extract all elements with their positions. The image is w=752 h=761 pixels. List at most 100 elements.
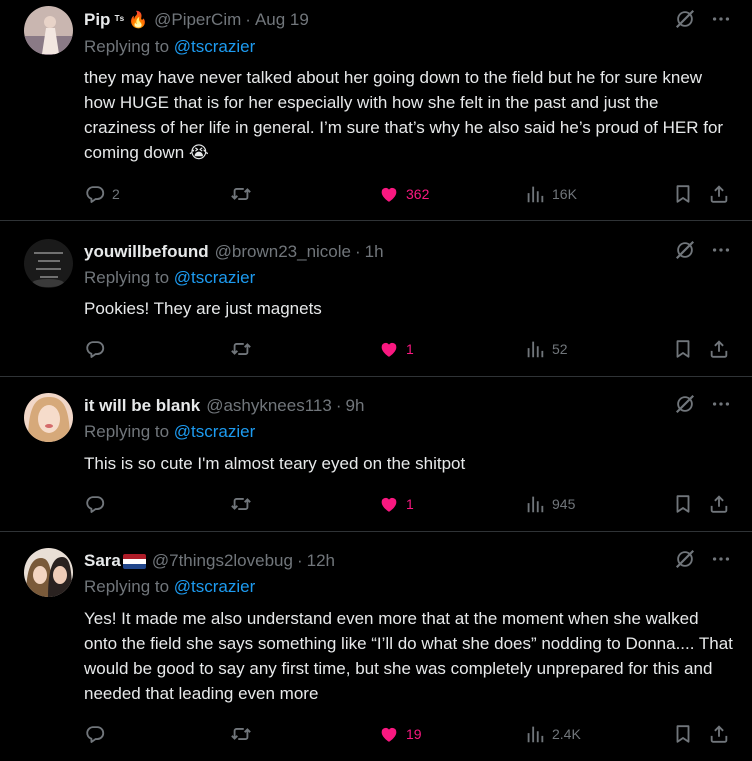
- action-bar: 19 2.4K: [84, 722, 732, 746]
- bookmark-button[interactable]: [672, 722, 694, 746]
- mention-link[interactable]: @tscrazier: [174, 422, 256, 441]
- views-button[interactable]: 945: [524, 492, 575, 516]
- bookmark-button[interactable]: [672, 337, 694, 361]
- share-button[interactable]: [708, 722, 730, 746]
- mention-link[interactable]: @tscrazier: [174, 577, 256, 596]
- like-button[interactable]: 362: [378, 182, 429, 206]
- user-handle[interactable]: @7things2lovebug: [152, 551, 293, 571]
- mention-link[interactable]: @tscrazier: [174, 268, 256, 287]
- views-button[interactable]: 52: [524, 337, 568, 361]
- user-handle[interactable]: @brown23_nicole: [215, 242, 351, 262]
- views-button[interactable]: 16K: [524, 182, 577, 206]
- like-count: 362: [406, 186, 430, 202]
- retweet-button[interactable]: [230, 492, 258, 516]
- timestamp[interactable]: Aug 19: [255, 10, 309, 30]
- separator: ·: [355, 242, 361, 261]
- tweet-card[interactable]: it will be blank @ashyknees113 · 9h Repl…: [0, 377, 752, 532]
- netherlands-flag: [122, 553, 146, 569]
- retweet-button[interactable]: [230, 337, 258, 361]
- bookmark-button[interactable]: [672, 182, 694, 206]
- share-button[interactable]: [708, 182, 730, 206]
- tweet-text: Pookies! They are just magnets: [84, 299, 322, 318]
- display-name[interactable]: Pip: [84, 10, 110, 30]
- timestamp[interactable]: 9h: [346, 396, 365, 416]
- replying-to: Replying to @tscrazier: [84, 577, 255, 597]
- reply-icon: [84, 723, 106, 745]
- views-icon: [524, 183, 546, 205]
- heart-icon: [378, 493, 400, 515]
- tweet-header: Sara @7things2lovebug · 12h: [84, 549, 335, 573]
- grok-icon[interactable]: [674, 548, 696, 570]
- replying-to: Replying to @tscrazier: [84, 268, 255, 288]
- action-bar: 1 945: [84, 492, 732, 516]
- views-button[interactable]: 2.4K: [524, 722, 581, 746]
- avatar[interactable]: [24, 6, 73, 55]
- separator: ·: [335, 396, 342, 415]
- grok-icon[interactable]: [674, 8, 696, 30]
- user-handle[interactable]: @PiperCim: [154, 10, 241, 30]
- mention-link[interactable]: @tscrazier: [174, 37, 256, 56]
- reply-button[interactable]: [84, 337, 112, 361]
- action-bar: 1 52: [84, 337, 732, 361]
- heart-icon: [378, 723, 400, 745]
- retweet-icon: [230, 723, 252, 745]
- views-icon: [524, 723, 546, 745]
- heart-icon: [378, 338, 400, 360]
- view-count: 16K: [552, 186, 577, 202]
- display-name[interactable]: youwillbefound: [84, 242, 209, 262]
- bookmark-icon: [672, 723, 694, 745]
- share-button[interactable]: [708, 337, 730, 361]
- grok-icon[interactable]: [674, 239, 696, 261]
- share-icon: [708, 723, 730, 745]
- avatar[interactable]: [24, 393, 73, 442]
- like-button[interactable]: 19: [378, 722, 422, 746]
- display-name[interactable]: it will be blank: [84, 396, 200, 416]
- display-name[interactable]: Sara: [84, 551, 121, 571]
- timestamp[interactable]: 12h: [307, 551, 335, 571]
- fire-emoji: 🔥: [128, 12, 149, 29]
- tweet-card[interactable]: Sara @7things2lovebug · 12h Replying to …: [0, 532, 752, 761]
- share-button[interactable]: [708, 492, 730, 516]
- grok-icon[interactable]: [674, 393, 696, 415]
- tweet-card[interactable]: Pip ᵀˢ 🔥 @PiperCim · Aug 19 Replying to …: [0, 0, 752, 221]
- retweet-icon: [230, 493, 252, 515]
- reply-button[interactable]: 2: [84, 182, 120, 206]
- views-icon: [524, 338, 546, 360]
- bookmark-icon: [672, 183, 694, 205]
- share-icon: [708, 183, 730, 205]
- reply-button[interactable]: [84, 722, 112, 746]
- more-icon[interactable]: [710, 239, 732, 261]
- replying-prefix: Replying to: [84, 268, 174, 287]
- like-count: 1: [406, 496, 414, 512]
- separator: ·: [245, 10, 251, 29]
- retweet-button[interactable]: [230, 722, 258, 746]
- replying-to: Replying to @tscrazier: [84, 37, 255, 57]
- avatar[interactable]: [24, 548, 73, 597]
- bookmark-button[interactable]: [672, 492, 694, 516]
- more-icon[interactable]: [710, 393, 732, 415]
- reply-count: 2: [112, 186, 120, 202]
- tweet-card[interactable]: youwillbefound @brown23_nicole · 1h Repl…: [0, 221, 752, 377]
- bookmark-icon: [672, 493, 694, 515]
- user-handle[interactable]: @ashyknees113: [206, 396, 332, 416]
- bookmark-icon: [672, 338, 694, 360]
- tweet-header: youwillbefound @brown23_nicole · 1h: [84, 240, 384, 264]
- reply-icon: [84, 493, 106, 515]
- replying-to: Replying to @tscrazier: [84, 422, 255, 442]
- name-badge: ᵀˢ: [114, 13, 125, 27]
- more-icon[interactable]: [710, 548, 732, 570]
- like-count: 19: [406, 726, 422, 742]
- timestamp[interactable]: 1h: [365, 242, 384, 262]
- action-bar: 2 362 16K: [84, 182, 732, 206]
- like-button[interactable]: 1: [378, 492, 414, 516]
- replying-prefix: Replying to: [84, 577, 174, 596]
- like-button[interactable]: 1: [378, 337, 414, 361]
- like-count: 1: [406, 341, 414, 357]
- avatar[interactable]: [24, 239, 73, 288]
- reply-button[interactable]: [84, 492, 112, 516]
- view-count: 945: [552, 496, 576, 512]
- retweet-button[interactable]: [230, 182, 258, 206]
- more-icon[interactable]: [710, 8, 732, 30]
- tweet-text: Yes! It made me also understand even mor…: [84, 609, 733, 703]
- tweet-header: Pip ᵀˢ 🔥 @PiperCim · Aug 19: [84, 8, 309, 32]
